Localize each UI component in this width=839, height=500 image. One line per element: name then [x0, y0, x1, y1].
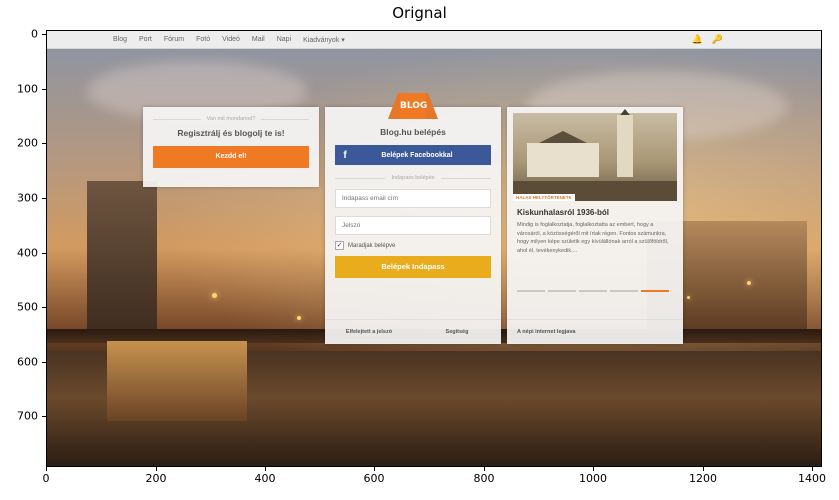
register-caption: Van mit mondanod?	[153, 116, 309, 122]
article-pager	[517, 290, 669, 292]
x-tick-label: 0	[42, 472, 50, 485]
password-field[interactable]	[335, 216, 491, 235]
article-title[interactable]: Kiskunhalasról 1936-ból	[517, 208, 609, 217]
remember-me-label: Maradjak belépve	[348, 242, 396, 249]
nav-link-kiadvanyok[interactable]: Kiadványok ▾	[303, 36, 345, 44]
screenshot-frame: Blog Port Fórum Fotó Videó Mail Napi Kia…	[46, 30, 822, 467]
help-link[interactable]: Segítség	[413, 329, 501, 335]
register-panel: Van mit mondanod? Regisztrálj és blogolj…	[143, 107, 319, 187]
nav-link-port[interactable]: Port	[139, 36, 152, 44]
facebook-login-label: Belépek Facebookkal	[381, 151, 453, 159]
nav-link-mail[interactable]: Mail	[252, 36, 265, 44]
x-tick-label: 200	[145, 472, 167, 485]
plot-title: Orignal	[392, 4, 447, 22]
bell-icon[interactable]: 🔔	[692, 34, 703, 45]
nav-link-forum[interactable]: Fórum	[164, 36, 184, 44]
remember-me-row: ✓ Maradjak belépve	[335, 241, 491, 250]
login-title: Blog.hu belépés	[380, 127, 446, 137]
start-button[interactable]: Kezdd el!	[153, 146, 309, 168]
article-body: Mindig is foglalkoztatja, foglalkoztatta…	[517, 222, 669, 254]
nav-link-blog[interactable]: Blog	[113, 36, 127, 44]
x-tick-label: 400	[254, 472, 276, 485]
article-badge: HALAS HELYTÖRTÉNETE	[513, 194, 575, 201]
article-image[interactable]: HALAS HELYTÖRTÉNETE	[513, 109, 677, 201]
nav-link-napi[interactable]: Napi	[277, 36, 291, 44]
facebook-login-button[interactable]: f Belépek Facebookkal	[335, 145, 491, 165]
y-tick-label: 700	[17, 409, 38, 423]
y-tick-label: 100	[17, 82, 38, 96]
indapass-caption: Indapass belépés	[335, 175, 491, 181]
blog-logo[interactable]: BLOG	[388, 93, 438, 119]
nav-link-video[interactable]: Videó	[222, 36, 240, 44]
register-heading: Regisztrálj és blogolj te is!	[177, 128, 285, 138]
top-navigation: Blog Port Fórum Fotó Videó Mail Napi Kia…	[47, 31, 821, 49]
y-tick-label: 200	[17, 136, 38, 150]
pager-dot[interactable]	[579, 290, 607, 292]
y-tick-label: 500	[17, 300, 38, 314]
email-field[interactable]	[335, 189, 491, 208]
y-tick-label: 600	[17, 355, 38, 369]
forgot-password-link[interactable]: Elfelejtett a jelszó	[325, 329, 413, 335]
y-tick-label: 400	[17, 246, 38, 260]
x-tick-label: 1400	[798, 472, 826, 485]
featured-article-panel: HALAS HELYTÖRTÉNETE Kiskunhalasról 1936-…	[507, 107, 683, 344]
pager-dot[interactable]	[610, 290, 638, 292]
x-tick-label: 1200	[689, 472, 717, 485]
article-footer: A népi internet legjava	[507, 319, 683, 344]
pager-dot[interactable]	[517, 290, 545, 292]
facebook-icon: f	[343, 149, 347, 161]
x-tick-label: 600	[363, 472, 385, 485]
nav-link-foto[interactable]: Fotó	[196, 36, 210, 44]
login-footer: Elfelejtett a jelszó Segítség	[325, 319, 501, 344]
indapass-login-button[interactable]: Belépek Indapass	[335, 256, 491, 278]
key-icon[interactable]: 🔑	[712, 34, 723, 45]
remember-me-checkbox[interactable]: ✓	[335, 241, 344, 250]
blog-logo-text: BLOG	[400, 93, 427, 119]
x-tick-label: 800	[473, 472, 495, 485]
x-tick-label: 1000	[579, 472, 607, 485]
y-tick-label: 0	[31, 27, 38, 41]
login-panel: Blog.hu belépés f Belépek Facebookkal In…	[325, 107, 501, 344]
pager-dot[interactable]	[548, 290, 576, 292]
pager-dot-active[interactable]	[641, 290, 669, 292]
y-tick-label: 300	[17, 191, 38, 205]
